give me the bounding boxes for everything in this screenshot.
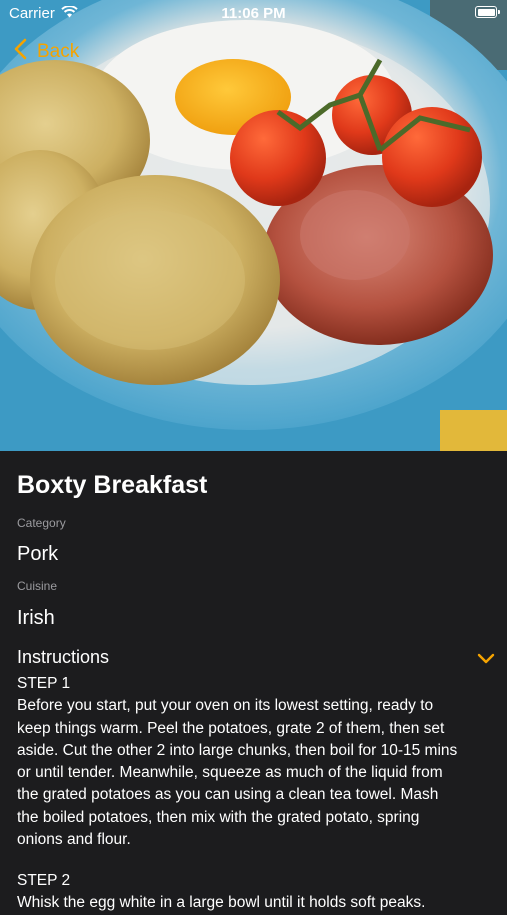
- step-text-line: the boiled potatoes, then mix with the g…: [17, 808, 420, 826]
- step-title: STEP 1: [17, 675, 71, 692]
- step-title: STEP 2: [17, 872, 71, 889]
- step-text-line: keep things warm. Peel the potatoes, gra…: [17, 719, 445, 737]
- instructions-header[interactable]: Instructions: [17, 647, 495, 671]
- step-text-line: onions and flour.: [17, 831, 131, 849]
- battery-icon: [475, 6, 500, 18]
- clock: 11:06 PM: [221, 5, 286, 22]
- category-label: Category: [17, 516, 66, 530]
- chevron-down-icon[interactable]: [477, 651, 495, 669]
- back-label: Back: [37, 41, 80, 62]
- cuisine-value: Irish: [17, 607, 55, 629]
- instruction-step: STEP 2 Whisk the egg white in a large bo…: [17, 870, 495, 915]
- chevron-left-icon: [14, 38, 27, 66]
- recipe-title: Boxty Breakfast: [17, 471, 208, 499]
- step-text-line: the grated potatoes as you can using a c…: [17, 786, 439, 804]
- instruction-step: STEP 1 Before you start, put your oven o…: [17, 673, 495, 851]
- step-text-line: aside. Cut the other 2 into large chunks…: [17, 741, 458, 759]
- step-text-line: or until tender. Meanwhile, squeeze as m…: [17, 764, 443, 782]
- instructions-heading: Instructions: [17, 647, 110, 667]
- category-value: Pork: [17, 543, 59, 565]
- cuisine-label: Cuisine: [17, 579, 58, 593]
- status-bar: Carrier 11:06 PM: [0, 0, 507, 28]
- recipe-hero-image: [0, 0, 507, 451]
- step-text-line: Before you start, put your oven on its l…: [17, 697, 434, 715]
- step-text-line: Whisk the egg white in a large bowl unti…: [17, 894, 426, 912]
- back-button[interactable]: Back: [14, 38, 79, 66]
